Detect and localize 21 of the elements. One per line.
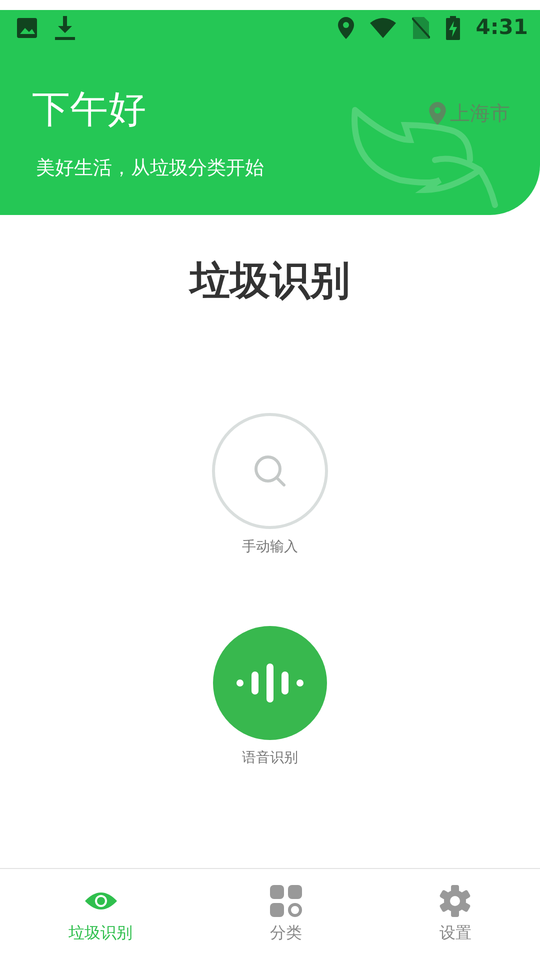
page-title: 垃圾识别: [190, 258, 350, 304]
location-icon: [338, 17, 354, 39]
nav-tab[interactable]: 垃圾识别: [0, 869, 202, 960]
location-icon: [429, 102, 446, 124]
battery-icon: [446, 16, 460, 40]
image-icon: [16, 17, 38, 39]
search-icon: [253, 454, 287, 488]
nav-tab[interactable]: 设置: [370, 869, 540, 960]
category-icon: [270, 885, 302, 917]
download-icon: [54, 16, 76, 40]
no-sim-icon: [412, 17, 430, 39]
button-label: 手动输入: [242, 538, 298, 557]
nav-tab[interactable]: 分类: [201, 869, 371, 960]
button-label: 语音识别: [242, 749, 298, 768]
location-text: 上海市: [450, 100, 510, 127]
sound-wave-icon: [235, 663, 305, 703]
greeting-text: 下午好: [32, 90, 146, 128]
settings-icon: [439, 885, 472, 917]
clock-time: 4:31: [476, 14, 528, 42]
subtitle-text: 美好生活，从垃圾分类开始: [35, 156, 265, 181]
wifi-icon: [370, 18, 396, 38]
